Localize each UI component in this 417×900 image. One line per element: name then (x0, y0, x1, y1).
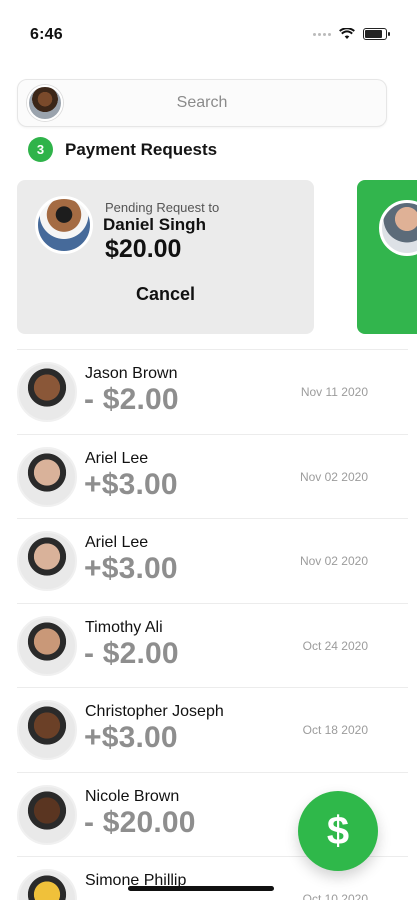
transaction-avatar (17, 615, 77, 676)
transaction-name: Jason Brown (85, 365, 178, 382)
transaction-amount: +$3.00 (84, 552, 178, 585)
search-placeholder: Search (176, 94, 228, 111)
request-label: Pending Request to (105, 200, 220, 215)
transaction-amount: +$3.00 (84, 467, 178, 501)
transaction-date: Nov 02 2020 (299, 554, 368, 568)
transaction-avatar (17, 362, 77, 422)
next-request-card[interactable] (357, 180, 417, 334)
transaction-amount: +$3.00 (84, 721, 178, 754)
wifi-icon (339, 28, 355, 39)
transaction-name: Christopher Joseph (85, 703, 224, 720)
transaction-name: Ariel Lee (85, 449, 149, 467)
transaction-amount: - $2.00 (84, 383, 179, 416)
battery-level (365, 30, 382, 38)
cancel-request-button[interactable]: Cancel (17, 284, 314, 305)
request-recipient-name: Daniel Singh (103, 215, 206, 234)
requests-title: Payment Requests (65, 139, 218, 159)
transaction-name: Nicole Brown (85, 787, 180, 805)
transaction-avatar (17, 446, 77, 507)
next-request-avatar (379, 200, 417, 256)
transaction-row[interactable]: Timothy Ali - $2.00 Oct 24 2020 (17, 602, 408, 688)
pending-request-card[interactable]: Pending Request to Daniel Singh $20.00 C… (17, 180, 314, 334)
transaction-avatar (17, 869, 77, 900)
home-indicator[interactable] (128, 886, 274, 891)
transaction-row[interactable]: Ariel Lee +$3.00 Nov 02 2020 (17, 518, 408, 603)
requests-count-badge: 3 (28, 137, 53, 162)
transaction-name: Timothy Ali (85, 618, 163, 636)
search-bar[interactable]: Search (17, 79, 387, 127)
status-time: 6:46 (30, 26, 63, 43)
status-icons (313, 28, 390, 40)
transaction-date: Nov 11 2020 (300, 385, 368, 399)
transaction-row[interactable]: Ariel Lee +$3.00 Nov 02 2020 (17, 433, 408, 519)
transaction-date: Oct 10 2020 (302, 892, 368, 900)
request-recipient-avatar (35, 196, 93, 254)
transaction-amount: - $2.00 (84, 636, 179, 670)
signal-icon (313, 32, 331, 36)
transaction-name: Ariel Lee (85, 534, 149, 551)
send-money-button[interactable]: $ (298, 791, 378, 871)
transaction-amount: - $20.00 (84, 805, 196, 839)
transaction-row[interactable]: Christopher Joseph +$3.00 Oct 18 2020 (17, 687, 408, 772)
transaction-date: Oct 18 2020 (302, 723, 368, 737)
transaction-date: Oct 24 2020 (302, 638, 368, 653)
payment-requests-header: 3 Payment Requests (28, 137, 217, 162)
request-amount: $20.00 (105, 235, 182, 263)
battery-icon (363, 28, 390, 40)
status-bar: 6:46 (0, 0, 417, 66)
transaction-row[interactable]: Jason Brown - $2.00 Nov 11 2020 (17, 349, 408, 434)
transaction-date: Nov 02 2020 (299, 469, 368, 484)
transaction-avatar (17, 784, 77, 845)
transaction-avatar (17, 700, 77, 760)
transaction-avatar (17, 531, 77, 591)
